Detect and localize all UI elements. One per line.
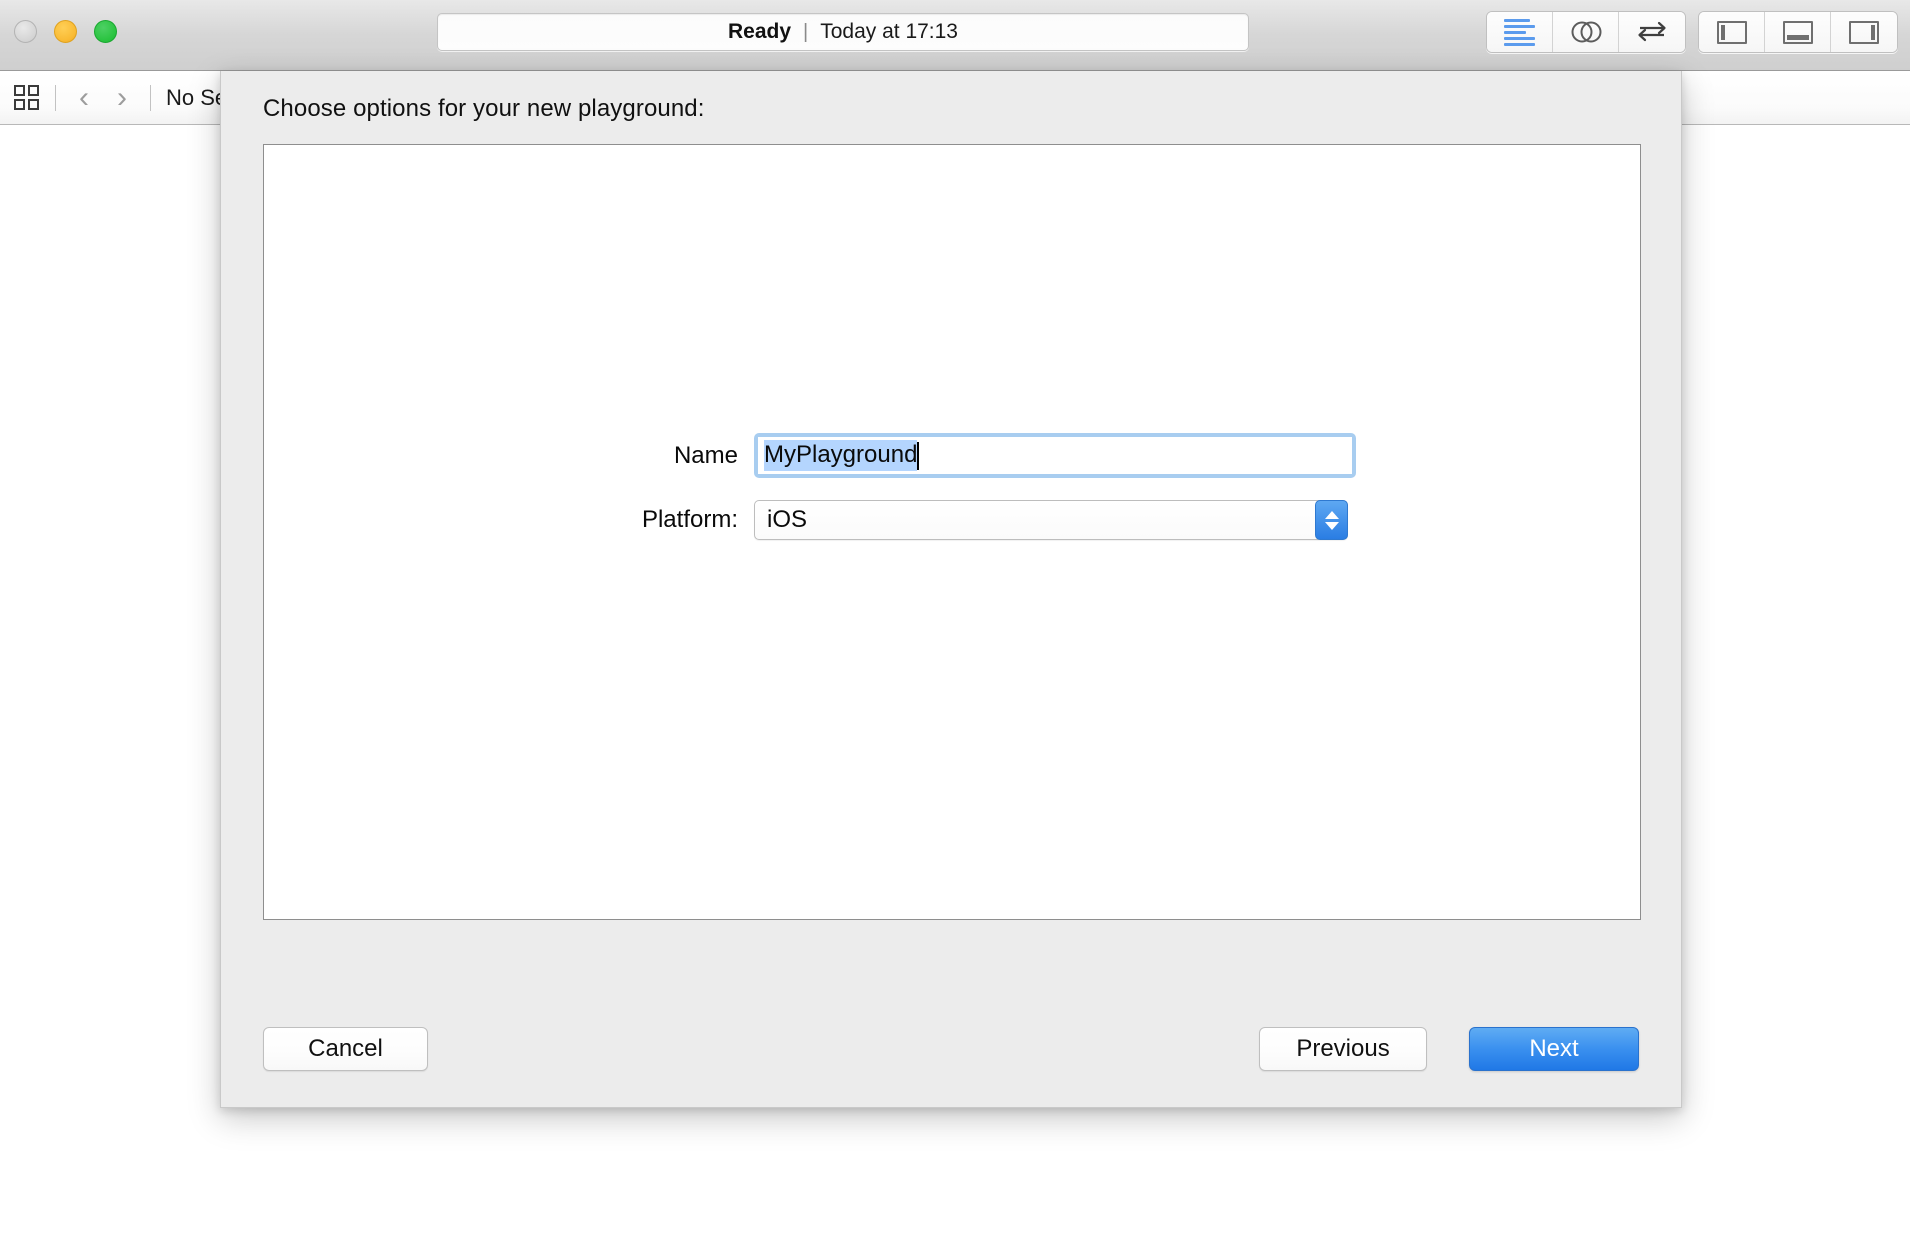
chevron-up-icon bbox=[1324, 510, 1339, 519]
standard-editor-button[interactable] bbox=[1487, 12, 1553, 52]
traffic-lights bbox=[14, 20, 117, 43]
playground-options-form: Name MyPlayground Platform: iOS bbox=[264, 433, 1640, 562]
cancel-button[interactable]: Cancel bbox=[263, 1027, 428, 1071]
jump-bar-divider-2 bbox=[150, 84, 151, 111]
go-forward-button[interactable]: › bbox=[103, 78, 141, 118]
chevron-right-icon: › bbox=[117, 80, 127, 114]
assistant-editor-icon bbox=[1571, 21, 1601, 43]
new-playground-sheet: Choose options for your new playground: … bbox=[220, 71, 1682, 1108]
view-toggle-group bbox=[1698, 11, 1898, 53]
platform-label: Platform: bbox=[641, 506, 738, 533]
version-editor-icon bbox=[1638, 21, 1666, 42]
close-button[interactable] bbox=[14, 20, 37, 43]
text-caret bbox=[917, 441, 920, 470]
left-panel-icon bbox=[1716, 20, 1747, 44]
name-label: Name bbox=[673, 441, 738, 469]
xcode-window: Ready | Today at 17:13 ‹ › No Se Choose … bbox=[0, 0, 1910, 1260]
go-back-button[interactable]: ‹ bbox=[65, 78, 103, 118]
navigator-toggle-button[interactable] bbox=[1699, 12, 1765, 52]
jump-bar-divider-1 bbox=[55, 84, 56, 111]
chevron-left-icon: ‹ bbox=[79, 80, 89, 114]
minimize-button[interactable] bbox=[54, 20, 77, 43]
sheet-title: Choose options for your new playground: bbox=[263, 95, 705, 122]
next-button[interactable]: Next bbox=[1469, 1027, 1639, 1071]
name-input-value: MyPlayground bbox=[764, 439, 918, 472]
right-panel-icon bbox=[1849, 20, 1879, 44]
jump-bar-selection-label[interactable]: No Se bbox=[166, 85, 227, 111]
name-row: Name MyPlayground bbox=[264, 433, 1640, 478]
chevron-down-icon bbox=[1324, 521, 1339, 530]
related-items-icon bbox=[13, 85, 39, 110]
related-items-button[interactable] bbox=[6, 78, 46, 118]
standard-editor-icon bbox=[1504, 18, 1535, 46]
editor-mode-group bbox=[1486, 11, 1686, 53]
sheet-content-area: Name MyPlayground Platform: iOS bbox=[263, 144, 1641, 920]
platform-popup-button[interactable]: iOS bbox=[754, 500, 1348, 540]
debug-area-toggle-button[interactable] bbox=[1765, 12, 1831, 52]
status-state: Ready bbox=[727, 20, 792, 43]
platform-selected-value: iOS bbox=[767, 506, 808, 533]
name-field-focus-ring: MyPlayground bbox=[754, 433, 1356, 478]
previous-button[interactable]: Previous bbox=[1259, 1027, 1427, 1071]
stepper-chevrons-icon[interactable] bbox=[1315, 500, 1348, 540]
utilities-toggle-button[interactable] bbox=[1831, 12, 1897, 52]
bottom-panel-icon bbox=[1782, 20, 1813, 44]
activity-status-field[interactable]: Ready | Today at 17:13 bbox=[437, 13, 1249, 51]
status-separator: | bbox=[803, 20, 809, 43]
platform-row: Platform: iOS bbox=[264, 500, 1640, 540]
version-editor-button[interactable] bbox=[1619, 12, 1685, 52]
name-input[interactable]: MyPlayground bbox=[758, 437, 1352, 474]
status-time: Today at 17:13 bbox=[820, 20, 958, 43]
assistant-editor-button[interactable] bbox=[1553, 12, 1619, 52]
window-toolbar: Ready | Today at 17:13 bbox=[0, 0, 1910, 71]
zoom-button[interactable] bbox=[94, 20, 117, 43]
